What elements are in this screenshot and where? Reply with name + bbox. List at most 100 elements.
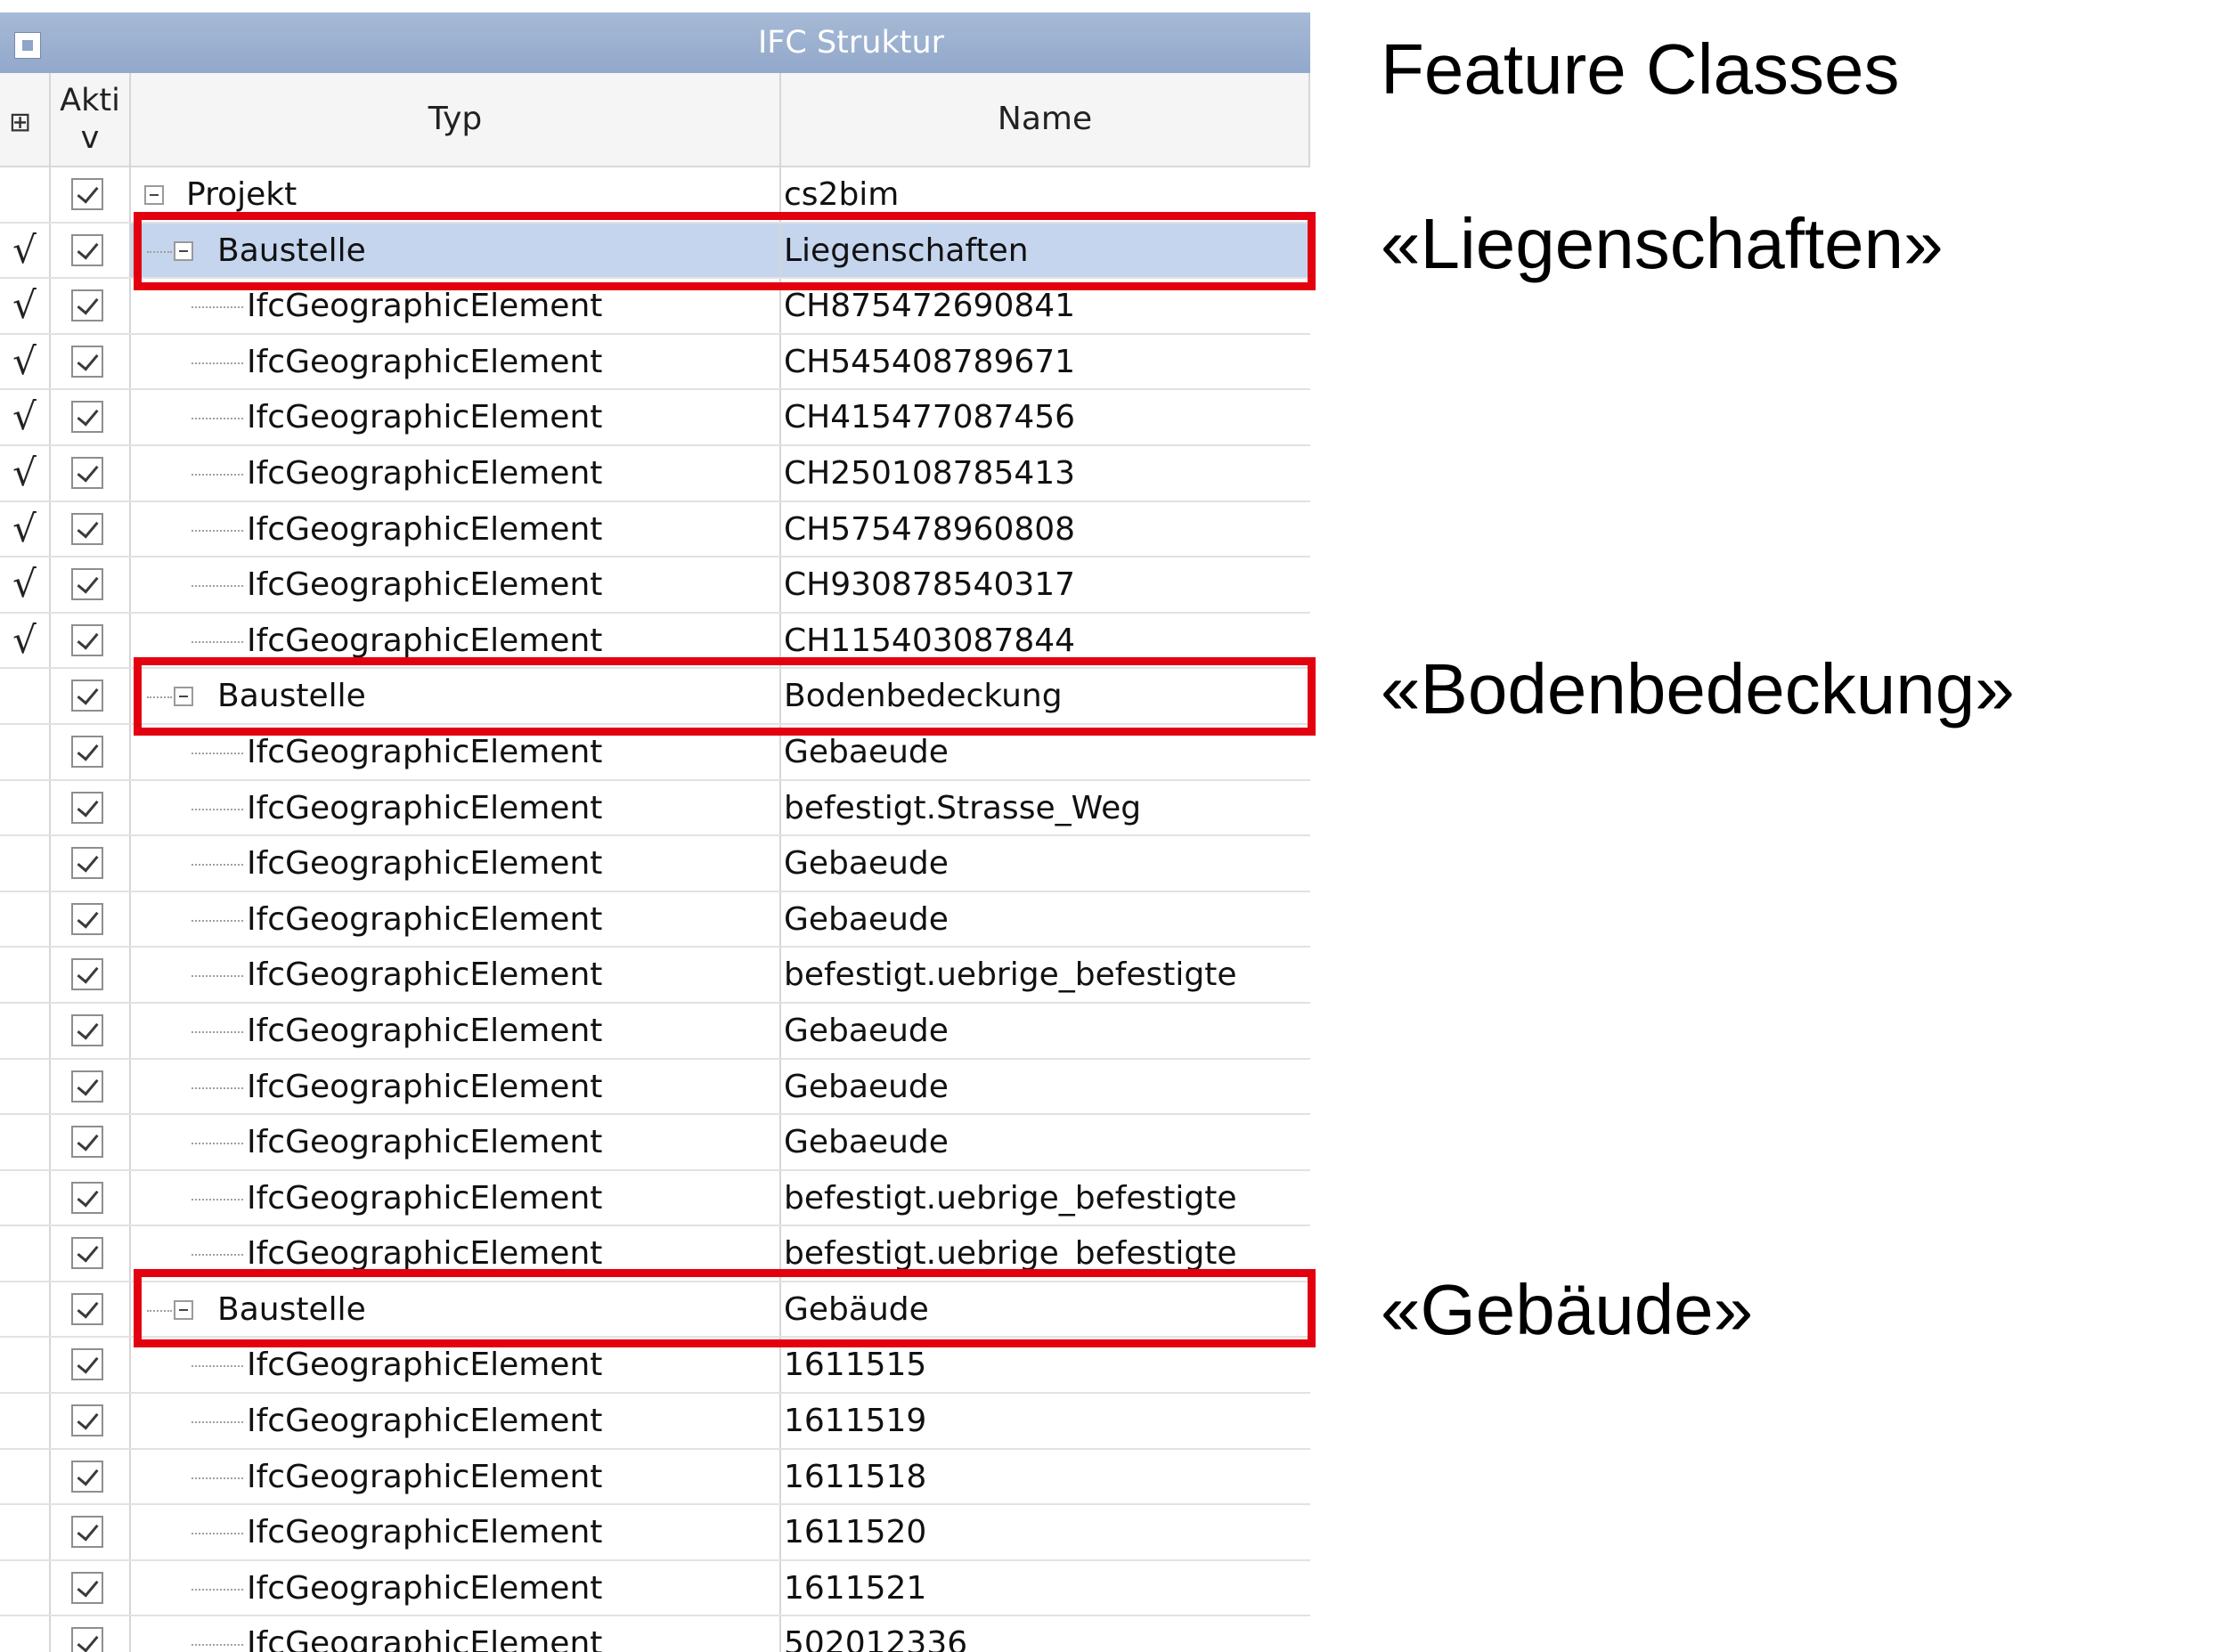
tree-connector-line	[192, 418, 243, 420]
column-header-name[interactable]: Name	[781, 73, 1310, 166]
aktiv-checkbox[interactable]	[71, 1516, 103, 1549]
aktiv-checkbox[interactable]	[71, 958, 103, 991]
tree-row[interactable]: √ IfcGeographicElement CH250108785413	[0, 445, 1310, 502]
tree-connector-line	[192, 306, 243, 309]
aktiv-checkbox[interactable]	[71, 623, 103, 656]
tree-row[interactable]: √ IfcGeographicElement CH930878540317	[0, 557, 1310, 614]
tree-row[interactable]: IfcGeographicElement Gebaeude	[0, 836, 1310, 892]
tree-row[interactable]: IfcGeographicElement 502012336	[0, 1616, 1310, 1652]
status-checkmark-icon	[0, 1226, 51, 1281]
tree-connector-line	[192, 1030, 243, 1033]
name-cell: befestigt.uebrige_befestigte	[784, 1179, 1237, 1217]
status-checkmark-icon	[0, 1282, 51, 1337]
status-checkmark-icon	[0, 1394, 51, 1448]
aktiv-checkbox[interactable]	[71, 178, 103, 210]
status-checkmark-icon	[0, 1003, 51, 1058]
tree-row[interactable]: IfcGeographicElement 1611518	[0, 1449, 1310, 1506]
aktiv-cell	[51, 613, 131, 668]
typ-cell: IfcGeographicElement	[131, 1115, 781, 1169]
typ-cell: IfcGeographicElement	[131, 1616, 781, 1652]
aktiv-checkbox[interactable]	[71, 512, 103, 545]
tree-connector-line	[192, 362, 243, 364]
typ-cell: IfcGeographicElement	[131, 445, 781, 500]
status-checkmark-icon	[0, 1170, 51, 1225]
aktiv-checkbox[interactable]	[71, 456, 103, 489]
typ-label: IfcGeographicElement	[247, 1458, 603, 1495]
aktiv-checkbox[interactable]	[71, 902, 103, 935]
aktiv-cell	[51, 501, 131, 557]
column-chooser-button[interactable]: ⊞	[0, 73, 51, 166]
tree-row[interactable]: IfcGeographicElement befestigt.uebrige_be…	[0, 948, 1310, 1004]
caption-liegenschaften: «Liegenschaften»	[1381, 204, 1944, 283]
tree-row[interactable]: IfcGeographicElement 1611521	[0, 1560, 1310, 1617]
tree-row[interactable]: IfcGeographicElement Gebaeude	[0, 891, 1310, 948]
aktiv-checkbox[interactable]	[71, 847, 103, 880]
name-cell: befestigt.Strasse_Weg	[784, 789, 1142, 826]
column-header-aktiv[interactable]: Akti v	[51, 73, 131, 166]
status-checkmark-icon: √	[0, 390, 51, 444]
tree-connector-line	[192, 975, 243, 978]
tree-row[interactable]: IfcGeographicElement befestigt.uebrige_be…	[0, 1170, 1310, 1227]
tree-row[interactable]: √ IfcGeographicElement CH575478960808	[0, 501, 1310, 558]
typ-cell: IfcGeographicElement	[131, 1059, 781, 1114]
tree-row[interactable]: IfcGeographicElement 1611520	[0, 1505, 1310, 1561]
aktiv-checkbox[interactable]	[71, 735, 103, 768]
tree-connector-line	[192, 1086, 243, 1089]
aktiv-checkbox[interactable]	[71, 568, 103, 601]
tree-row[interactable]: IfcGeographicElement Gebaeude	[0, 1003, 1310, 1060]
aktiv-checkbox[interactable]	[71, 1571, 103, 1604]
aktiv-checkbox[interactable]	[71, 1237, 103, 1270]
aktiv-cell	[51, 1282, 131, 1337]
typ-label: IfcGeographicElement	[247, 845, 603, 883]
collapse-icon[interactable]	[144, 185, 164, 205]
aktiv-cell	[51, 167, 131, 222]
tree-connector-line	[192, 1477, 243, 1479]
aktiv-checkbox[interactable]	[71, 791, 103, 824]
tree-row[interactable]: √ IfcGeographicElement CH415477087456	[0, 390, 1310, 446]
tree-row[interactable]: √ IfcGeographicElement CH545408789671	[0, 334, 1310, 391]
aktiv-checkbox[interactable]	[71, 1013, 103, 1046]
tree-connector-line	[192, 1644, 243, 1647]
aktiv-checkbox[interactable]	[71, 289, 103, 322]
aktiv-checkbox[interactable]	[71, 1627, 103, 1652]
typ-label: IfcGeographicElement	[247, 1179, 603, 1217]
highlight-box-liegenschaften	[134, 212, 1316, 290]
aktiv-checkbox[interactable]	[71, 345, 103, 378]
aktiv-checkbox[interactable]	[71, 680, 103, 712]
status-checkmark-icon	[0, 1505, 51, 1559]
typ-label: IfcGeographicElement	[247, 1403, 603, 1440]
aktiv-cell	[51, 390, 131, 444]
aktiv-cell	[51, 1226, 131, 1281]
aktiv-checkbox[interactable]	[71, 401, 103, 434]
aktiv-checkbox[interactable]	[71, 1292, 103, 1325]
typ-label: IfcGeographicElement	[247, 1068, 603, 1105]
typ-label: IfcGeographicElement	[247, 1514, 603, 1551]
aktiv-checkbox[interactable]	[71, 1460, 103, 1493]
aktiv-cell	[51, 780, 131, 835]
typ-label: IfcGeographicElement	[247, 343, 603, 380]
aktiv-checkbox[interactable]	[71, 1348, 103, 1381]
typ-cell: IfcGeographicElement	[131, 390, 781, 444]
name-cell: CH575478960808	[784, 510, 1076, 548]
status-checkmark-icon	[0, 167, 51, 222]
aktiv-cell	[51, 1115, 131, 1169]
aktiv-checkbox[interactable]	[71, 1070, 103, 1103]
status-checkmark-icon	[0, 1115, 51, 1169]
aktiv-checkbox[interactable]	[71, 233, 103, 266]
status-checkmark-icon	[0, 780, 51, 835]
name-cell: 1611520	[784, 1514, 927, 1551]
status-checkmark-icon	[0, 1449, 51, 1504]
aktiv-checkbox[interactable]	[71, 1404, 103, 1437]
tree-connector-line	[192, 640, 243, 643]
aktiv-cell	[51, 836, 131, 891]
aktiv-checkbox[interactable]	[71, 1181, 103, 1214]
tree-row[interactable]: IfcGeographicElement Gebaeude	[0, 1115, 1310, 1171]
tree-row[interactable]: IfcGeographicElement 1611519	[0, 1394, 1310, 1450]
status-checkmark-icon	[0, 724, 51, 779]
status-checkmark-icon: √	[0, 613, 51, 668]
column-header-typ[interactable]: Typ	[131, 73, 781, 166]
tree-row[interactable]: IfcGeographicElement Gebaeude	[0, 1059, 1310, 1116]
aktiv-cell	[51, 1170, 131, 1225]
tree-row[interactable]: IfcGeographicElement befestigt.Strasse_We…	[0, 780, 1310, 837]
aktiv-checkbox[interactable]	[71, 1126, 103, 1159]
